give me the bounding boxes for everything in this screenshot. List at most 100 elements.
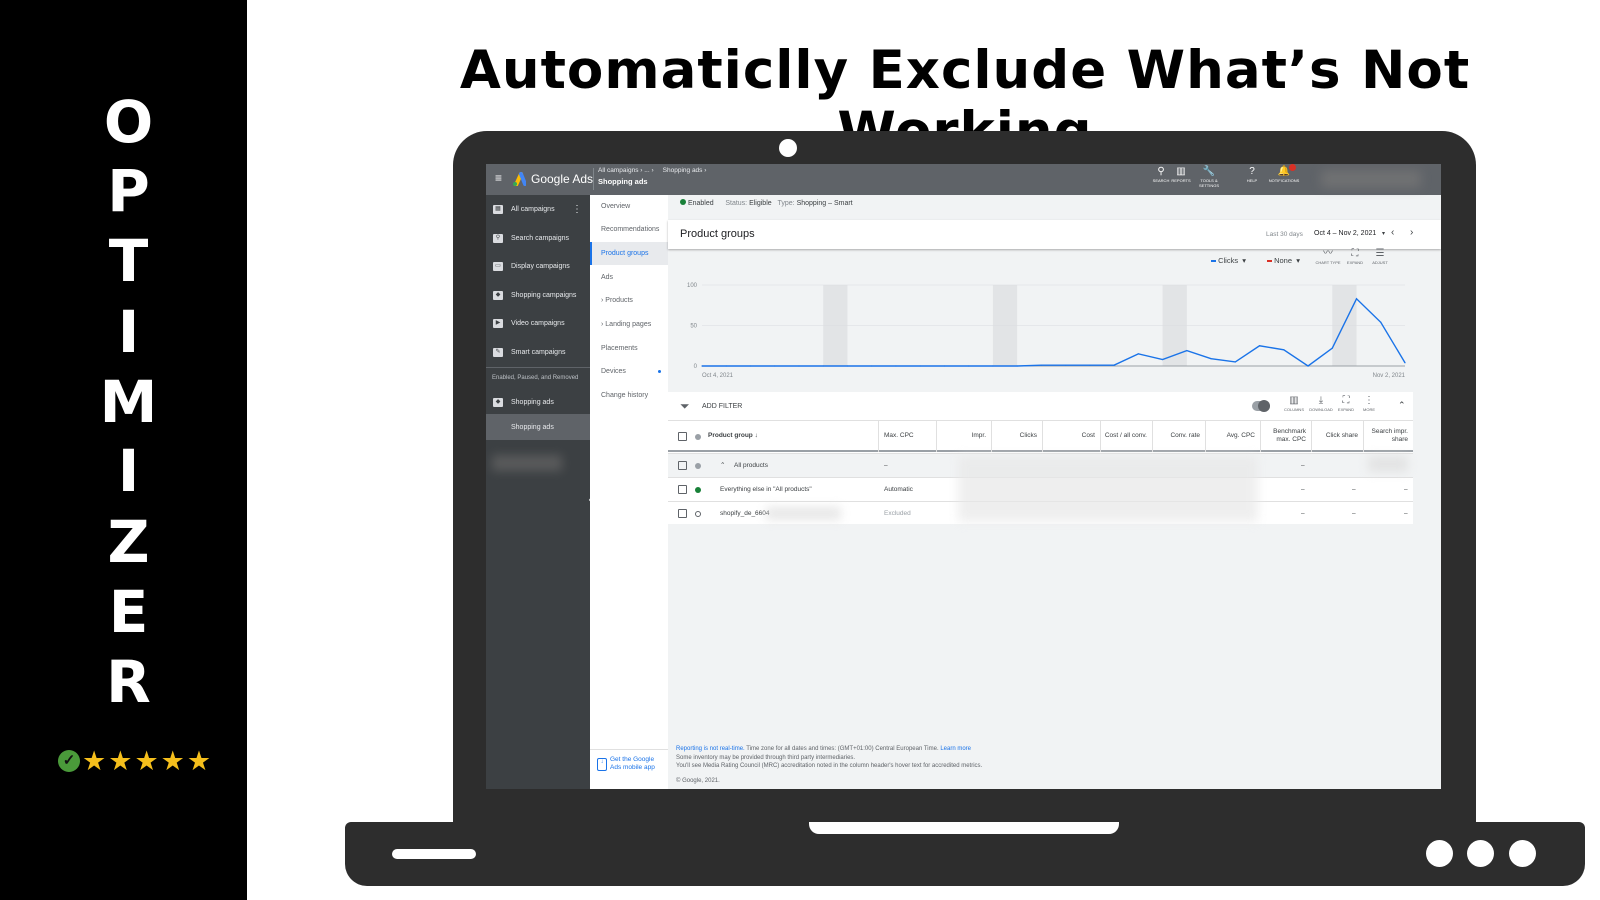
max-cpc[interactable]: Excluded [884, 510, 911, 517]
col-product-group[interactable]: Product group ↓ [708, 420, 878, 452]
dropdown-icon[interactable]: ▾ [1382, 230, 1385, 237]
inventory-note: Some inventory may be provided through t… [676, 754, 856, 761]
help-button[interactable]: ? HELP [1238, 166, 1266, 183]
status-filter-label[interactable]: Enabled, Paused, and Removed [492, 375, 578, 381]
smart-icon: ✎ [493, 347, 503, 357]
more-vert-icon[interactable]: ⋮ [572, 204, 582, 215]
mobile-app-link[interactable]: Get the Google Ads mobile app [610, 756, 660, 772]
footer: Reporting is not real-time. Time zone fo… [676, 745, 982, 785]
col-max-cpc[interactable]: Max. CPC [878, 420, 936, 452]
max-cpc[interactable]: Automatic [884, 486, 913, 493]
nav-change-history[interactable]: Change history [590, 384, 668, 407]
blurred-metrics [958, 456, 1258, 522]
date-range-picker[interactable]: Oct 4 – Nov 2, 2021 [1314, 230, 1376, 237]
chart-type-label: CHART TYPE [1315, 260, 1341, 265]
nav-recommendations[interactable]: Recommendations [590, 218, 668, 241]
data-point [1040, 364, 1042, 366]
range-label: Last 30 days [1266, 231, 1303, 238]
adjust-button[interactable]: ☰ ADJUST [1367, 248, 1393, 265]
sidebar-item-smart[interactable]: ✎ Smart campaigns [486, 339, 590, 365]
nav-overview[interactable]: Overview [590, 195, 668, 218]
status-dot-icon [695, 487, 701, 493]
breadcrumb-item[interactable]: ... [644, 167, 649, 174]
more-vert-icon: ⋮ [1364, 395, 1374, 406]
data-point [1016, 365, 1018, 367]
col-impr[interactable]: Impr. [936, 420, 991, 452]
data-point [992, 365, 994, 367]
prev-period-button[interactable]: ‹ [1391, 227, 1394, 238]
breadcrumb-item[interactable]: Shopping ads [663, 167, 703, 174]
enabled-status[interactable]: Enabled [688, 200, 714, 207]
product-group-name[interactable]: Everything else in "All products" [720, 486, 812, 493]
nav-landing-pages[interactable]: › Landing pages [590, 313, 668, 336]
nav-products[interactable]: › Products [590, 289, 668, 312]
laptop-camera [779, 139, 797, 157]
benchmark: – [1301, 486, 1305, 493]
sidebar-item-label: Smart campaigns [511, 348, 566, 356]
col-conv-rate[interactable]: Conv. rate [1152, 420, 1205, 452]
notifications-button[interactable]: 🔔 NOTIFICATIONS [1266, 166, 1302, 183]
brand-letter: E [108, 578, 149, 646]
col-search-impr-share[interactable]: Search impr. share [1363, 420, 1413, 452]
data-point [1137, 353, 1139, 355]
realtime-link[interactable]: Reporting is not real-time. [676, 746, 745, 752]
reports-button[interactable]: ▥ REPORTS [1167, 166, 1195, 183]
collapse-icon[interactable]: ⌃ [720, 461, 725, 469]
laptop-dot [1426, 840, 1453, 867]
chart-expand-button[interactable]: ⛶ EXPAND [1342, 248, 1368, 265]
metric1-select[interactable]: Clicks ▾ [1211, 256, 1246, 265]
metric2-select[interactable]: None ▾ [1267, 256, 1300, 265]
segment-toggle[interactable] [1252, 400, 1270, 412]
download-button[interactable]: ⤓ DOWNLOAD [1308, 395, 1334, 412]
rating: ✓ ★ ★ ★ ★ ★ [58, 748, 211, 775]
display-icon: ▭ [493, 261, 503, 271]
nav-ads[interactable]: Ads [590, 266, 668, 289]
type-label: Type: [777, 200, 795, 207]
type-value: Shopping – Smart [796, 200, 853, 207]
columns-button[interactable]: ▥ COLUMNS [1281, 395, 1307, 412]
sidebar-ad-group[interactable]: Shopping ads [486, 414, 590, 440]
nav-product-groups[interactable]: Product groups [590, 242, 668, 265]
col-cost[interactable]: Cost [1042, 420, 1100, 452]
select-all-checkbox[interactable] [678, 432, 687, 441]
col-avg-cpc[interactable]: Avg. CPC [1205, 420, 1260, 452]
sidebar-item-all-campaigns[interactable]: ▦ All campaigns ⋮ [486, 196, 590, 222]
menu-icon[interactable]: ≡ [495, 171, 502, 185]
data-point [1186, 350, 1188, 352]
col-benchmark[interactable]: Benchmark max. CPC [1260, 420, 1311, 452]
more-button[interactable]: ⋮ MORE [1356, 395, 1382, 412]
chart-type-button[interactable]: 〰 CHART TYPE [1315, 248, 1341, 265]
product-group-name[interactable]: shopify_de_6604 [720, 510, 770, 517]
col-click-share[interactable]: Click share [1311, 420, 1363, 452]
data-point [749, 365, 752, 367]
account-blurred[interactable] [1321, 170, 1421, 188]
sidebar-item-display[interactable]: ▭ Display campaigns [486, 253, 590, 279]
row-checkbox[interactable] [678, 485, 687, 494]
expand-label: EXPAND [1337, 407, 1355, 412]
brand-letter: I [117, 298, 140, 366]
sidebar-item-video[interactable]: ▶ Video campaigns [486, 310, 590, 336]
col-cost-all-conv[interactable]: Cost / all conv. [1100, 420, 1152, 452]
learn-more-link[interactable]: Learn more [940, 746, 971, 752]
breadcrumb[interactable]: All campaigns › ... › Shopping ads › [598, 167, 706, 174]
breadcrumb-item[interactable]: All campaigns [598, 167, 638, 174]
data-point [1380, 321, 1382, 323]
phone-icon: ↓ [597, 758, 607, 771]
search-campaign-icon: ⚲ [493, 233, 503, 243]
tools-button[interactable]: 🔧 TOOLS & SETTINGS [1192, 166, 1226, 188]
sidebar-item-shopping[interactable]: ◆ Shopping campaigns [486, 282, 590, 308]
collapse-chevron-icon[interactable]: ⌃ [1398, 400, 1406, 411]
nav-placements[interactable]: Placements [590, 337, 668, 360]
row-checkbox[interactable] [678, 461, 687, 470]
add-filter-button[interactable]: ADD FILTER [702, 403, 742, 410]
filter-icon[interactable]: ⏷ [680, 399, 690, 414]
download-icon: ⤓ [1318, 395, 1324, 406]
data-point [725, 365, 727, 367]
next-period-button[interactable]: › [1410, 227, 1413, 238]
col-clicks[interactable]: Clicks [991, 420, 1042, 452]
sidebar-item-search[interactable]: ⚲ Search campaigns [486, 225, 590, 251]
row-checkbox[interactable] [678, 509, 687, 518]
nav-devices[interactable]: Devices [590, 360, 668, 383]
sidebar-campaign[interactable]: ◆ Shopping ads [486, 389, 590, 415]
product-group-name[interactable]: All products [734, 462, 768, 469]
